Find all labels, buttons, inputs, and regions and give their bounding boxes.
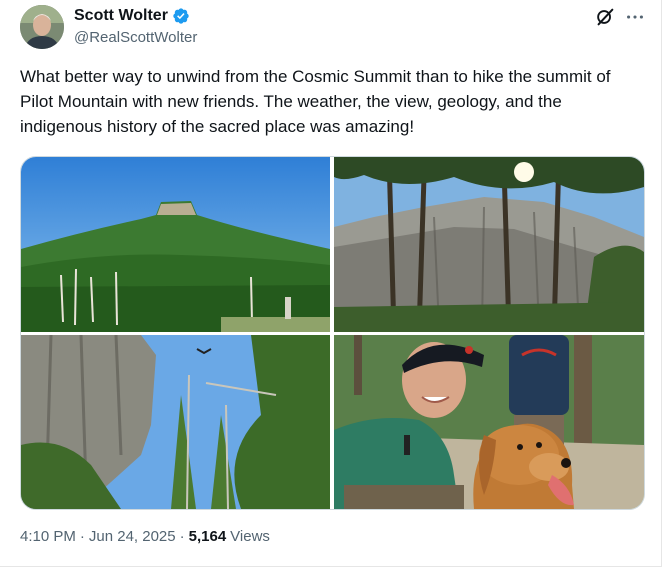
tweet-text: What better way to unwind from the Cosmi… xyxy=(20,67,611,136)
grok-icon[interactable] xyxy=(594,6,616,28)
author-name[interactable]: Scott Wolter xyxy=(74,6,168,26)
views-label: Views xyxy=(230,528,270,545)
meta-separator: · xyxy=(79,528,85,545)
photo-selfie-with-dog[interactable] xyxy=(334,335,644,509)
photo-pilot-mountain[interactable] xyxy=(21,157,330,332)
meta-separator: · xyxy=(179,528,185,545)
more-icon[interactable] xyxy=(624,6,646,28)
avatar[interactable] xyxy=(20,5,64,49)
tweet-card: Scott Wolter @RealScottWolter What bette… xyxy=(0,0,662,567)
photo-cliff-face[interactable] xyxy=(21,335,330,509)
author-handle[interactable]: @RealScottWolter xyxy=(74,29,197,46)
photo-rock-cliffs[interactable] xyxy=(334,157,644,332)
media-grid xyxy=(20,156,645,510)
tweet-meta: 4:10 PM · Jun 24, 2025 · 5,164 Views xyxy=(20,528,270,545)
verified-badge-icon xyxy=(173,8,189,24)
tweet-time[interactable]: 4:10 PM xyxy=(20,528,76,545)
views-count: 5,164 xyxy=(188,528,227,545)
tweet-date[interactable]: Jun 24, 2025 xyxy=(89,528,176,545)
